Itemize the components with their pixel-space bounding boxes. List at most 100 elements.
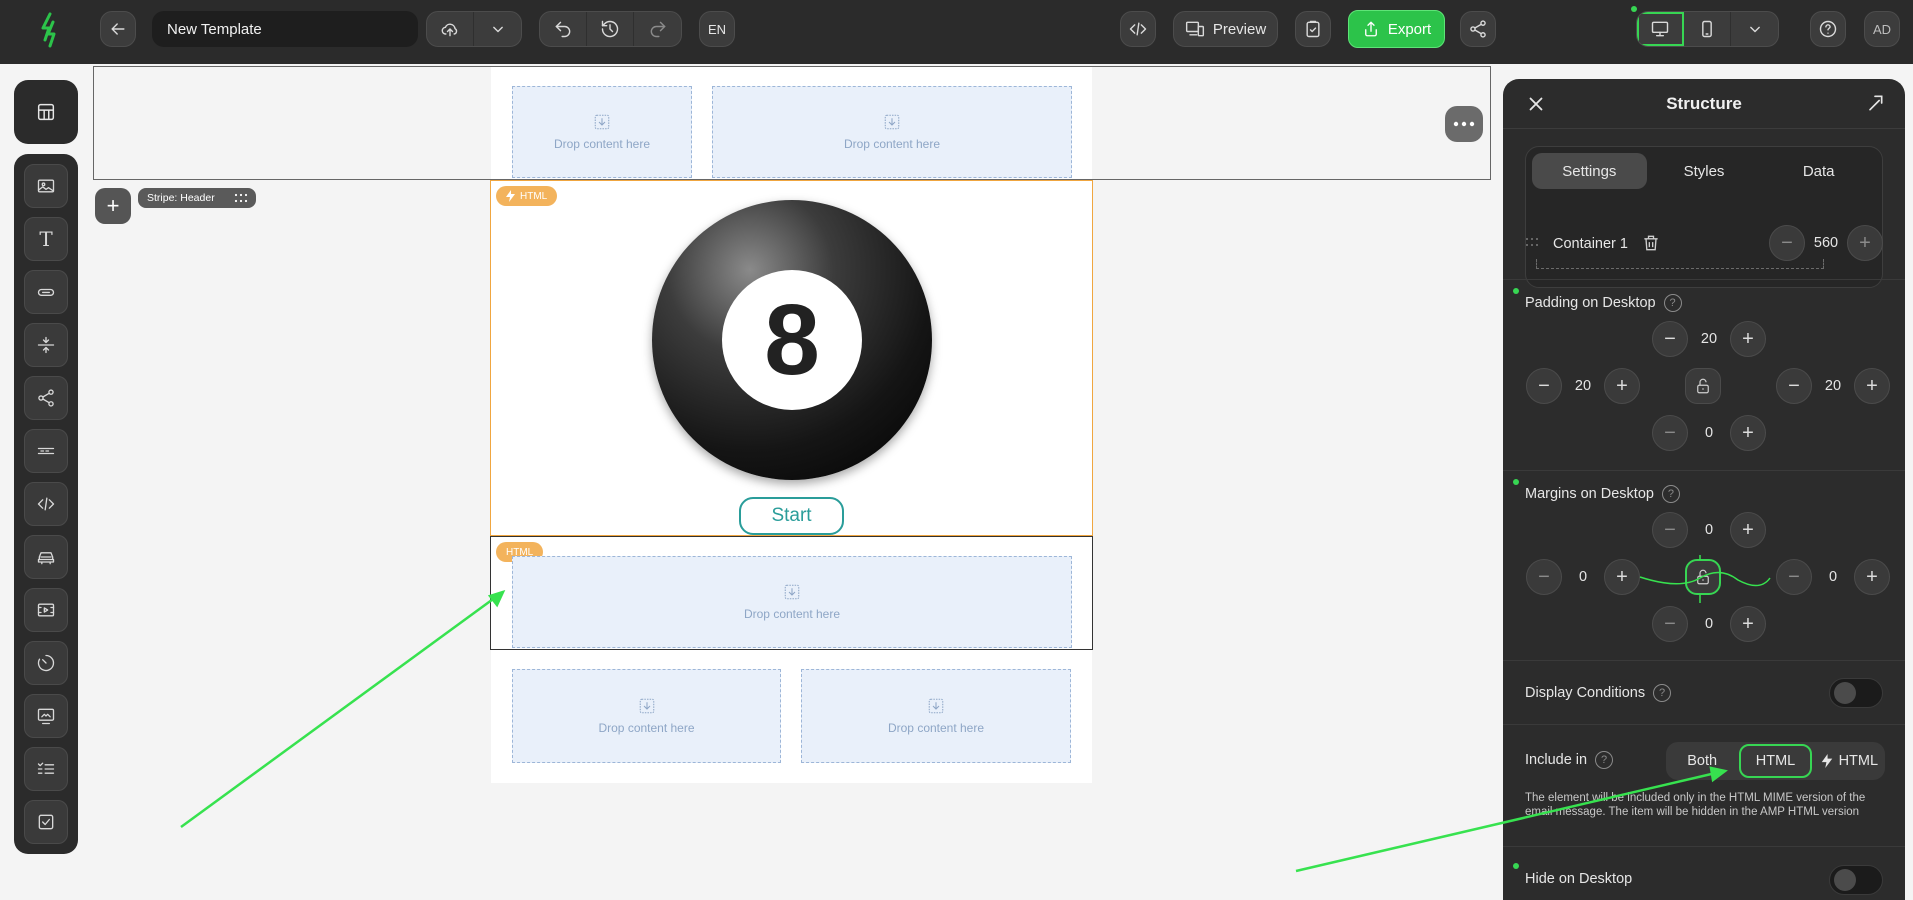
decrement-button[interactable]: − <box>1652 415 1688 451</box>
decrement-button[interactable]: − <box>1652 512 1688 548</box>
banner-block-button[interactable] <box>24 694 68 738</box>
drop-zone[interactable]: Drop content here <box>712 86 1072 178</box>
decrement-button[interactable]: − <box>1652 321 1688 357</box>
list-block-button[interactable] <box>24 747 68 791</box>
margin-top-value[interactable]: 0 <box>1694 522 1724 538</box>
html-tag[interactable]: HTML <box>496 186 558 206</box>
include-amp-html-option[interactable]: HTML <box>1815 744 1883 778</box>
history-button[interactable] <box>587 12 634 46</box>
drop-zone[interactable]: Drop content here <box>801 669 1071 763</box>
help-icon[interactable]: ? <box>1663 294 1682 312</box>
drop-label: Drop content here <box>553 137 651 151</box>
include-both-option[interactable]: Both <box>1668 744 1736 778</box>
spacer-block-button[interactable] <box>24 323 68 367</box>
history-group <box>539 11 682 47</box>
add-stripe-button[interactable]: + <box>95 188 131 224</box>
display-conditions-toggle[interactable] <box>1829 678 1883 708</box>
hide-desktop-toggle[interactable] <box>1829 865 1883 895</box>
stripe-more-button[interactable] <box>1445 106 1483 142</box>
decrement-button[interactable]: − <box>1526 559 1562 595</box>
decrement-button[interactable]: − <box>1652 606 1688 642</box>
lightning-icon <box>1821 754 1832 768</box>
app-logo-icon[interactable] <box>34 10 64 50</box>
drag-handle-icon[interactable] <box>234 193 248 203</box>
padding-bottom-value[interactable]: 0 <box>1694 425 1724 441</box>
padding-left-value[interactable]: 20 <box>1568 378 1598 394</box>
drop-zone[interactable]: Drop content here <box>512 669 781 763</box>
padding-right-value[interactable]: 20 <box>1818 378 1848 394</box>
eight-ball-image[interactable]: 8 <box>652 200 932 480</box>
menu-block-button[interactable] <box>24 429 68 473</box>
drop-zone[interactable]: Drop content here <box>512 86 692 178</box>
button-icon <box>37 288 55 296</box>
tab-data[interactable]: Data <box>1761 153 1876 189</box>
user-avatar[interactable]: AD <box>1864 11 1900 47</box>
tab-styles[interactable]: Styles <box>1647 153 1762 189</box>
increment-button[interactable]: + <box>1604 368 1640 404</box>
increment-button[interactable]: + <box>1730 321 1766 357</box>
layouts-button[interactable] <box>14 80 78 144</box>
checklist-button[interactable] <box>1295 11 1331 47</box>
undo-button[interactable] <box>540 12 587 46</box>
help-icon[interactable]: ? <box>1653 684 1672 702</box>
increment-button[interactable]: + <box>1730 512 1766 548</box>
trash-icon[interactable] <box>1641 233 1661 253</box>
timer-block-button[interactable] <box>24 641 68 685</box>
mobile-view-button[interactable] <box>1684 12 1731 46</box>
social-block-button[interactable] <box>24 376 68 420</box>
help-button[interactable] <box>1810 11 1846 47</box>
decrement-button[interactable]: − <box>1776 368 1812 404</box>
desktop-view-button[interactable] <box>1637 12 1684 46</box>
save-options-dropdown[interactable] <box>474 12 521 46</box>
increment-button[interactable]: + <box>1854 368 1890 404</box>
device-options-dropdown[interactable] <box>1731 12 1778 46</box>
start-button[interactable]: Start <box>739 497 844 535</box>
export-button[interactable]: Export <box>1348 10 1445 48</box>
decrement-button[interactable]: − <box>1526 368 1562 404</box>
help-icon[interactable]: ? <box>1661 485 1680 503</box>
increment-button[interactable]: + <box>1854 559 1890 595</box>
container-width-value[interactable]: 560 <box>1811 235 1841 251</box>
video-block-button[interactable] <box>24 588 68 632</box>
blocks-toolbar: T <box>14 154 78 854</box>
margin-left-value[interactable]: 0 <box>1568 569 1598 585</box>
button-block-button[interactable] <box>24 270 68 314</box>
padding-lock-button[interactable] <box>1685 368 1721 404</box>
car-icon <box>37 552 55 565</box>
pin-icon[interactable] <box>1865 93 1885 113</box>
divider <box>1503 279 1905 280</box>
redo-button[interactable] <box>634 12 681 46</box>
padding-top-value[interactable]: 20 <box>1694 331 1724 347</box>
drag-handle-icon[interactable] <box>1525 237 1539 247</box>
margin-right-value[interactable]: 0 <box>1818 569 1848 585</box>
margin-lock-button[interactable] <box>1685 559 1721 595</box>
template-name-input[interactable]: New Template <box>152 11 418 47</box>
language-button[interactable]: EN <box>699 11 735 47</box>
increment-button[interactable]: + <box>1730 606 1766 642</box>
stripe-tag[interactable]: Stripe: Header <box>138 188 256 208</box>
help-icon[interactable]: ? <box>1595 751 1614 769</box>
preview-button[interactable]: Preview <box>1173 11 1278 47</box>
redo-icon <box>650 21 665 38</box>
panel-tabs-container: Settings Styles Data <box>1525 146 1883 288</box>
decrement-button[interactable]: − <box>1769 225 1805 261</box>
product-block-button[interactable] <box>24 535 68 579</box>
form-block-button[interactable] <box>24 800 68 844</box>
video-icon <box>37 603 55 617</box>
margin-bottom-value[interactable]: 0 <box>1694 616 1724 632</box>
increment-button[interactable]: + <box>1730 415 1766 451</box>
increment-button[interactable]: + <box>1604 559 1640 595</box>
increment-button[interactable]: + <box>1847 225 1883 261</box>
code-button[interactable] <box>1120 11 1156 47</box>
cloud-upload-button[interactable] <box>427 12 474 46</box>
tab-settings[interactable]: Settings <box>1532 153 1647 189</box>
drop-zone[interactable]: Drop content here <box>512 556 1072 648</box>
structure-panel: Structure Settings Styles Data Container… <box>1503 79 1905 900</box>
html-block-button[interactable] <box>24 482 68 526</box>
decrement-button[interactable]: − <box>1776 559 1812 595</box>
image-block-button[interactable] <box>24 164 68 208</box>
text-block-button[interactable]: T <box>24 217 68 261</box>
share-button[interactable] <box>1460 11 1496 47</box>
include-html-option[interactable]: HTML <box>1739 744 1812 778</box>
back-button[interactable] <box>100 11 136 47</box>
